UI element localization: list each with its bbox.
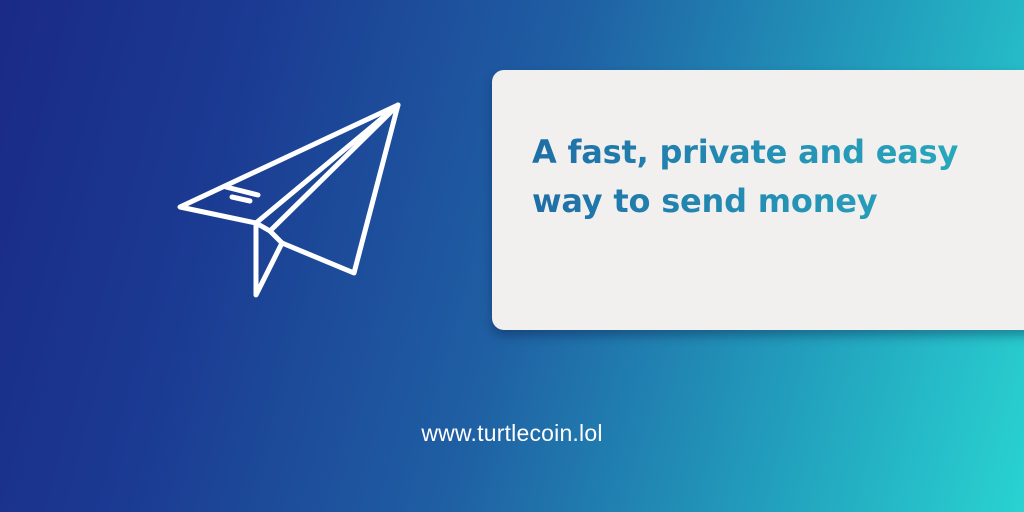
message-card: A fast, private and easy way to send mon… — [492, 70, 1024, 330]
paper-plane-icon — [170, 95, 410, 305]
website-url[interactable]: www.turtlecoin.lol — [0, 420, 1024, 447]
headline: A fast, private and easy way to send mon… — [532, 128, 972, 226]
promo-banner: A fast, private and easy way to send mon… — [0, 0, 1024, 512]
